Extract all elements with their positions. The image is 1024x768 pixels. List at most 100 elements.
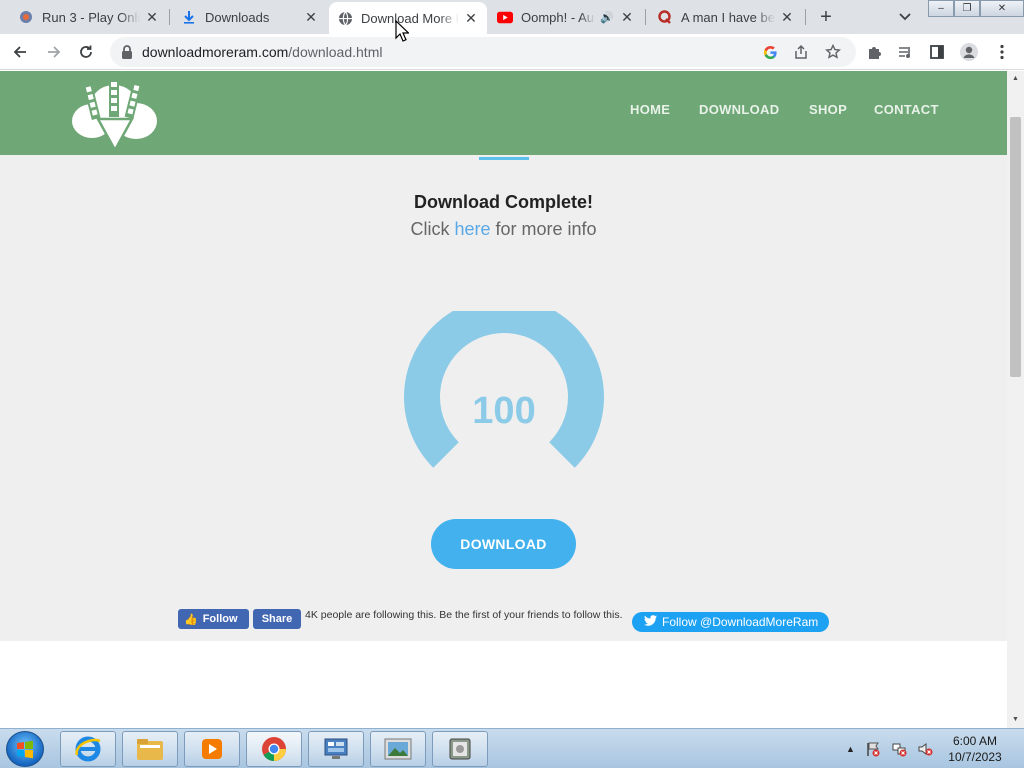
- mouse-cursor-icon: [395, 20, 409, 42]
- system-clock[interactable]: 6:00 AM 10/7/2023: [940, 733, 1010, 765]
- chevron-down-icon[interactable]: [894, 6, 916, 28]
- clock-time: 6:00 AM: [952, 734, 998, 748]
- download-button[interactable]: DOWNLOAD: [431, 519, 576, 569]
- fb-follow-label: Follow: [202, 613, 238, 625]
- restore-icon[interactable]: ❐: [954, 0, 980, 17]
- internet-explorer-icon: [75, 736, 101, 762]
- taskbar-photo-viewer[interactable]: [370, 731, 426, 767]
- kebab-menu-icon[interactable]: [990, 40, 1014, 64]
- twitter-follow-label: Follow @DownloadMoreRam: [662, 615, 819, 629]
- window-controls: – ❐ ✕: [928, 0, 1024, 17]
- run3-icon: [18, 9, 34, 25]
- subtitle-prefix: Click: [410, 219, 455, 239]
- web-page: HOME DOWNLOAD SHOP CONTACT Download Comp…: [0, 71, 1007, 728]
- profile-avatar-icon[interactable]: [957, 40, 981, 64]
- tab-title: Oomph! - Augen auf: [521, 9, 595, 25]
- gauge-value: 100: [472, 390, 536, 432]
- nav-shop-link[interactable]: SHOP: [809, 102, 847, 117]
- tab-title: Downloads: [205, 9, 270, 25]
- active-nav-underline: [479, 157, 529, 160]
- system-tray: ▲: [846, 729, 933, 768]
- nav-download-link[interactable]: DOWNLOAD: [699, 102, 779, 117]
- browser-toolbar: downloadmoreram.com/download.html: [0, 34, 1024, 70]
- twitter-bird-icon: [644, 615, 657, 629]
- scroll-thumb[interactable]: [1010, 117, 1021, 377]
- speaker-icon[interactable]: 🔊: [599, 9, 615, 25]
- taskbar-control-panel[interactable]: [308, 731, 364, 767]
- minimize-icon[interactable]: –: [928, 0, 954, 17]
- close-icon[interactable]: ✕: [303, 9, 319, 25]
- gauge-arc: [404, 311, 604, 468]
- tab-title: Run 3 - Play Online: [42, 9, 140, 25]
- quora-icon: [657, 9, 673, 25]
- close-icon[interactable]: ✕: [463, 10, 479, 26]
- google-icon[interactable]: [760, 42, 780, 62]
- side-panel-icon[interactable]: [925, 40, 949, 64]
- taskbar-internet-explorer[interactable]: [60, 731, 116, 767]
- clock-date: 10/7/2023: [948, 750, 1002, 764]
- tab-quora[interactable]: A man I have been ✕: [649, 0, 803, 34]
- star-icon[interactable]: [823, 42, 843, 62]
- address-bar[interactable]: downloadmoreram.com/download.html: [110, 37, 856, 67]
- scroll-up-arrow-icon[interactable]: ▲: [1011, 74, 1020, 82]
- windows-taskbar: ▲ 6:00 AM 10/7/2023: [0, 728, 1024, 768]
- action-center-flag-icon[interactable]: [865, 741, 881, 757]
- youtube-icon: [497, 9, 513, 25]
- media-queue-icon[interactable]: [893, 40, 917, 64]
- taskbar-media-player[interactable]: [184, 731, 240, 767]
- share-icon[interactable]: [791, 42, 811, 62]
- extensions-puzzle-icon[interactable]: [862, 40, 886, 64]
- network-icon[interactable]: [891, 741, 907, 757]
- tab-oomph[interactable]: Oomph! - Augen auf 🔊 ✕: [489, 0, 643, 34]
- facebook-follow-button[interactable]: 👍 Follow: [178, 609, 249, 629]
- url-host: downloadmoreram.com: [142, 44, 289, 60]
- volume-muted-icon[interactable]: [917, 741, 933, 757]
- close-icon[interactable]: ✕: [619, 9, 635, 25]
- subtitle-suffix: for more info: [490, 219, 597, 239]
- back-arrow-icon[interactable]: [8, 40, 32, 64]
- chrome-icon: [262, 737, 286, 762]
- control-panel-icon: [324, 738, 348, 759]
- facebook-followers-text: 4K people are following this. Be the fir…: [305, 609, 623, 621]
- folder-icon: [137, 739, 163, 760]
- tab-downloads[interactable]: Downloads ✕: [173, 0, 327, 34]
- taskbar-app-running[interactable]: [432, 731, 488, 767]
- close-icon[interactable]: ✕: [144, 9, 160, 25]
- nav-contact-link[interactable]: CONTACT: [874, 102, 939, 117]
- twitter-follow-button[interactable]: Follow @DownloadMoreRam: [632, 612, 829, 632]
- tab-separator: [645, 9, 646, 25]
- taskbar-file-explorer[interactable]: [122, 731, 178, 767]
- forward-arrow-icon[interactable]: [42, 40, 66, 64]
- download-arrow-icon: [181, 9, 197, 25]
- window-close-icon[interactable]: ✕: [980, 0, 1024, 17]
- new-tab-plus-icon[interactable]: +: [814, 5, 838, 29]
- more-info-text: Click here for more info: [0, 219, 1007, 240]
- photo-viewer-icon: [384, 738, 412, 760]
- disk-utility-icon: [449, 738, 471, 760]
- globe-icon: [337, 10, 353, 26]
- tab-strip: Run 3 - Play Online ✕ Downloads ✕ Downlo…: [0, 0, 1024, 34]
- scroll-down-arrow-icon[interactable]: ▼: [1011, 715, 1020, 723]
- url-text: downloadmoreram.com/download.html: [142, 44, 382, 60]
- windows-start-button[interactable]: [6, 731, 44, 767]
- tab-title: A man I have been: [681, 9, 775, 25]
- reload-icon[interactable]: [74, 40, 98, 64]
- thumbs-up-icon: 👍: [184, 613, 198, 626]
- lock-icon[interactable]: [120, 44, 136, 60]
- tab-title: Download More RAM: [361, 10, 459, 26]
- tab-separator: [805, 9, 806, 25]
- here-link[interactable]: here: [454, 219, 490, 239]
- ram-cloud-logo[interactable]: [70, 77, 160, 151]
- close-icon[interactable]: ✕: [779, 9, 795, 25]
- facebook-share-button[interactable]: Share: [253, 609, 301, 629]
- nav-home-link[interactable]: HOME: [630, 102, 670, 117]
- taskbar-chrome[interactable]: [246, 731, 302, 767]
- page-scrollbar[interactable]: ▲ ▼: [1007, 71, 1024, 728]
- tab-run3[interactable]: Run 3 - Play Online ✕: [10, 0, 168, 34]
- download-section: Download Complete! Click here for more i…: [0, 155, 1007, 641]
- media-player-icon: [202, 739, 222, 759]
- show-hidden-icons-arrow-icon[interactable]: ▲: [846, 744, 855, 754]
- site-header: HOME DOWNLOAD SHOP CONTACT: [0, 71, 1007, 155]
- url-path: /download.html: [288, 44, 383, 60]
- page-title: Download Complete!: [414, 192, 593, 212]
